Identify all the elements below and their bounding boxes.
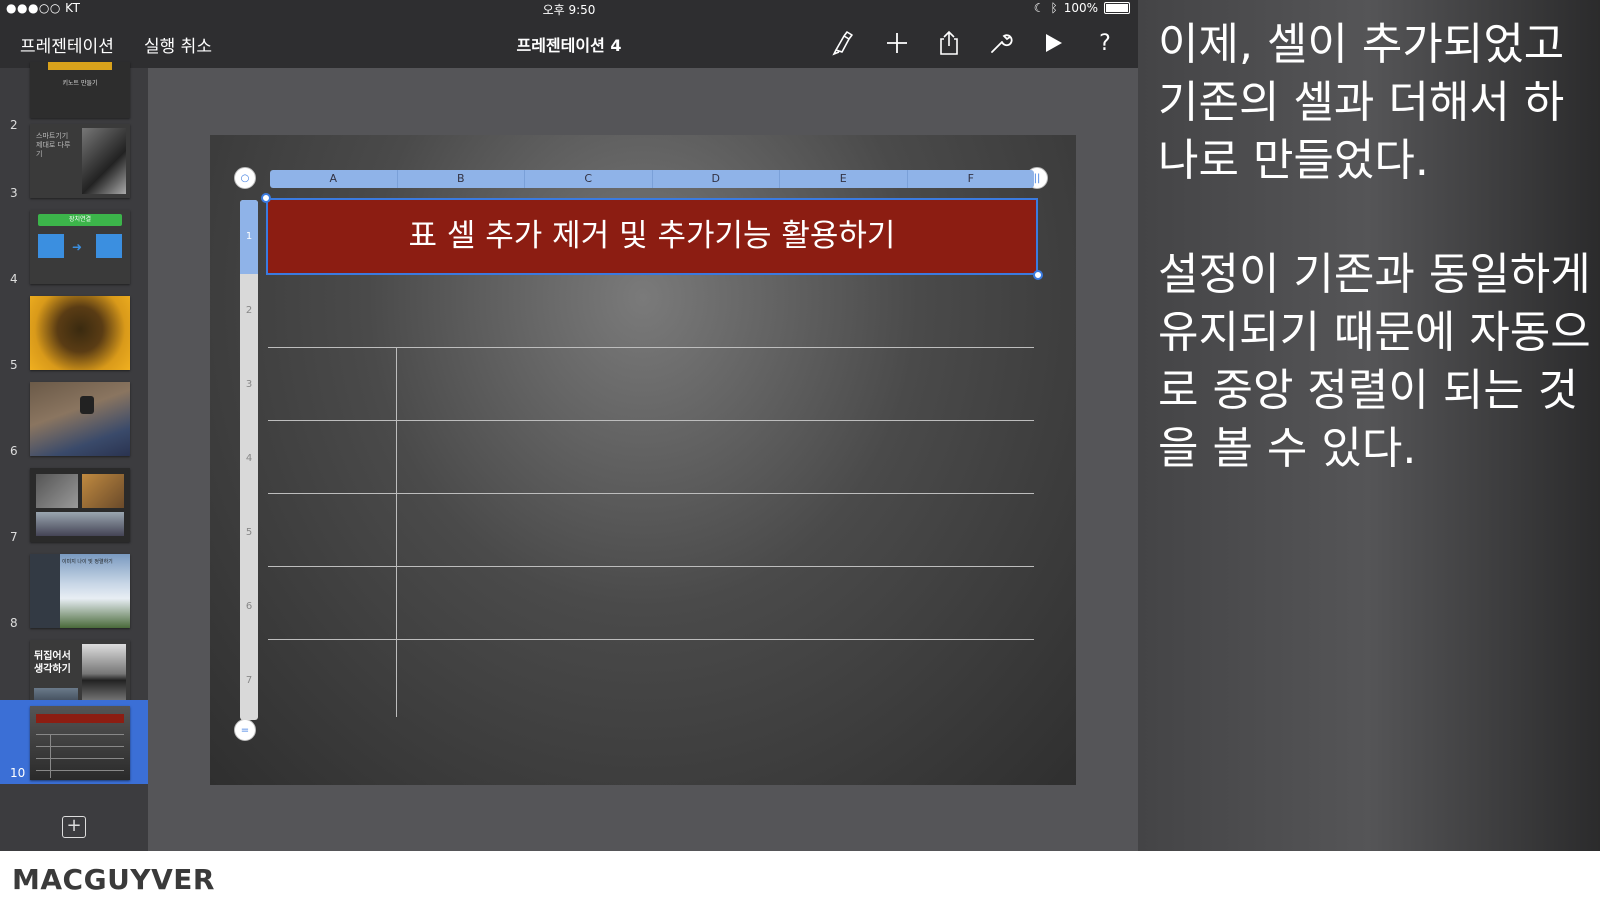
caption-line: 을 볼 수 있다. <box>1158 423 1417 474</box>
row-header-7[interactable]: 7 <box>240 644 258 718</box>
slide-thumb-image: 스마트기기 제대로 다루기 <box>30 124 130 198</box>
merged-title-cell[interactable]: 표 셀 추가 제거 및 추가기능 활용하기 <box>266 198 1038 275</box>
table-row-divider <box>268 347 1034 348</box>
status-right: ☾ ᛒ 100% <box>1034 1 1130 15</box>
slide-thumb-7[interactable]: 7 <box>0 462 148 548</box>
row-header-1[interactable]: 1 <box>240 200 258 274</box>
caption-line: 이제, 셀이 추가되었고 <box>1158 19 1565 70</box>
add-row-handle[interactable]: = <box>234 719 256 741</box>
moon-icon: ☾ <box>1033 1 1045 15</box>
column-header-d[interactable]: D <box>653 170 780 188</box>
slide-thumb-image <box>30 296 130 370</box>
selection-handle-bottom-right[interactable] <box>1033 270 1043 280</box>
column-header-c[interactable]: C <box>525 170 653 188</box>
undo-button[interactable]: 실행 취소 <box>144 32 212 57</box>
row-header-6[interactable]: 6 <box>240 570 258 644</box>
brand-logo-text: MACGUYVER <box>12 863 215 896</box>
table-row-divider <box>268 566 1034 567</box>
slide-thumb-3[interactable]: 스마트기기 제대로 다루기 3 <box>0 118 148 204</box>
column-header-e[interactable]: E <box>780 170 908 188</box>
table-select-handle[interactable]: ○ <box>234 167 256 189</box>
table-row-divider <box>268 420 1034 421</box>
column-header-bar[interactable]: A B C D E F <box>270 170 1034 188</box>
help-icon[interactable]: ? <box>1090 28 1120 58</box>
slide-thumb-image <box>30 706 130 780</box>
slide-thumb-5[interactable]: 5 <box>0 290 148 376</box>
ipad-screen: ●●●○○ KT 오후 9:50 ☾ ᛒ 100% 프레젠테이션 실행 취소 프… <box>0 0 1138 851</box>
table-column-divider <box>396 347 397 717</box>
slide-canvas: ○ || = A B C D E F 1 2 3 4 5 6 7 표 셀 추가 … <box>148 68 1138 851</box>
column-header-b[interactable]: B <box>398 170 525 188</box>
share-icon[interactable] <box>934 28 964 58</box>
play-icon[interactable] <box>1038 28 1068 58</box>
slide-thumb-image: 이미지 나이 및 정렬하기 <box>30 554 130 628</box>
status-bar: ●●●○○ KT 오후 9:50 ☾ ᛒ 100% <box>0 0 1138 18</box>
slide-thumb-8[interactable]: 이미지 나이 및 정렬하기 8 <box>0 548 148 634</box>
row-header-4[interactable]: 4 <box>240 422 258 496</box>
row-header-5[interactable]: 5 <box>240 496 258 570</box>
clock: 오후 9:50 <box>542 3 596 17</box>
slide-thumb-image: 키노트 만들기 <box>30 62 130 118</box>
toolbar: 프레젠테이션 실행 취소 프레젠테이션 4 ? <box>0 18 1138 68</box>
slide-thumb-image <box>30 468 130 542</box>
selection-handle-top-left[interactable] <box>261 193 271 203</box>
caption-line: 유지되기 때문에 자동으 <box>1158 307 1591 358</box>
slide-thumb-10[interactable]: 10 <box>0 700 148 784</box>
slide-thumb-image <box>30 382 130 456</box>
wrench-icon[interactable] <box>986 28 1016 58</box>
slide-thumb-image: 장치연결 ➜ <box>30 210 130 284</box>
column-header-f[interactable]: F <box>908 170 1035 188</box>
row-header-2[interactable]: 2 <box>240 274 258 348</box>
footer: MACGUYVER <box>0 851 1600 900</box>
table-row-divider <box>268 639 1034 640</box>
battery-percent: 100% <box>1063 1 1098 15</box>
slide-navigator: 키노트 만들기 2 스마트기기 제대로 다루기 3 장치연결 ➜ 4 5 6 7… <box>0 62 148 851</box>
slide[interactable]: ○ || = A B C D E F 1 2 3 4 5 6 7 표 셀 추가 … <box>210 135 1076 785</box>
column-header-a[interactable]: A <box>270 170 398 188</box>
table-row-divider <box>268 493 1034 494</box>
caption-panel: 이제, 셀이 추가되었고 기존의 셀과 더해서 하 나로 만들었다. 설정이 기… <box>1138 0 1600 851</box>
caption-line: 로 중앙 정렬이 되는 것 <box>1158 365 1579 416</box>
caption-line: 설정이 기존과 동일하게 <box>1158 249 1591 300</box>
slide-thumb-6[interactable]: 6 <box>0 376 148 462</box>
slide-thumb-4[interactable]: 장치연결 ➜ 4 <box>0 204 148 290</box>
row-header-3[interactable]: 3 <box>240 348 258 422</box>
bluetooth-icon: ᛒ <box>1050 1 1058 15</box>
battery-icon <box>1104 2 1130 14</box>
format-brush-icon[interactable] <box>830 28 860 58</box>
add-slide-button[interactable]: + <box>62 816 86 838</box>
caption-line: 기존의 셀과 더해서 하 <box>1158 77 1565 128</box>
add-icon[interactable] <box>882 28 912 58</box>
caption-line: 나로 만들었다. <box>1158 135 1429 186</box>
row-header-bar[interactable]: 1 2 3 4 5 6 7 <box>240 200 258 720</box>
